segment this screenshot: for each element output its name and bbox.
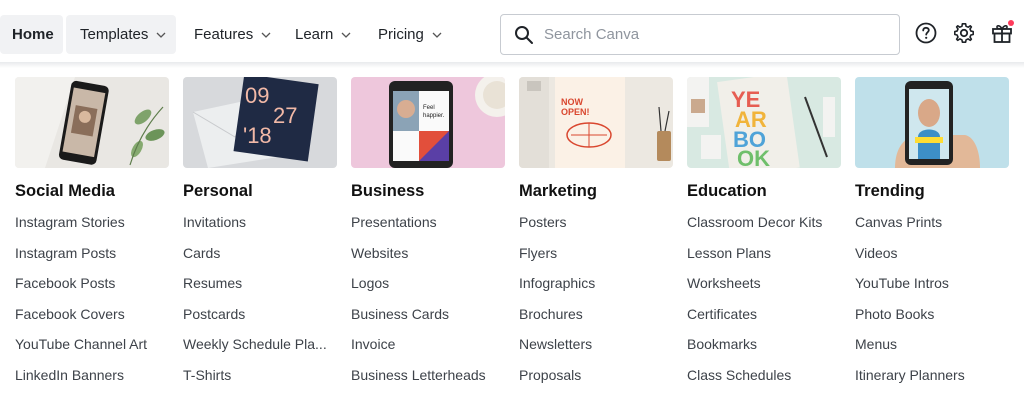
top-nav: Home Templates Features Learn Pricing: [0, 0, 1024, 66]
category-link[interactable]: Class Schedules: [687, 360, 855, 391]
category-link[interactable]: Proposals: [519, 360, 687, 391]
category-link[interactable]: Invoice: [351, 329, 519, 360]
category-link[interactable]: Lesson Plans: [687, 238, 855, 269]
category-title[interactable]: Marketing: [519, 182, 673, 201]
dropdown-shadow: [0, 62, 1024, 68]
category-social-media: Social Media Instagram Stories Instagram…: [15, 77, 169, 391]
category-link[interactable]: Flyers: [519, 238, 687, 269]
marketing-thumbnail[interactable]: NOW OPEN!: [519, 77, 673, 168]
help-icon[interactable]: [914, 21, 938, 45]
category-title[interactable]: Social Media: [15, 182, 169, 201]
category-education: YE AR BO OK Education Classroom Decor Ki…: [687, 77, 841, 391]
category-link[interactable]: Instagram Stories: [15, 207, 183, 238]
category-link[interactable]: Worksheets: [687, 268, 855, 299]
trending-thumbnail[interactable]: [855, 77, 1009, 168]
category-link[interactable]: Facebook Covers: [15, 299, 183, 330]
nav-templates[interactable]: Templates: [66, 15, 176, 54]
category-business: Feel happier. Business Presentations Web…: [351, 77, 505, 391]
marketing-thumb-text-1: NOW: [561, 97, 584, 107]
notification-badge: [1008, 20, 1014, 26]
chevron-down-icon: [432, 30, 442, 40]
category-links: Posters Flyers Infographics Brochures Ne…: [519, 207, 673, 391]
nav-features-label: Features: [194, 26, 254, 43]
search-box[interactable]: [500, 14, 900, 55]
category-link[interactable]: Cards: [183, 238, 351, 269]
nav-home[interactable]: Home: [0, 15, 63, 54]
category-link[interactable]: Business Letterheads: [351, 360, 519, 391]
category-link[interactable]: Photo Books: [855, 299, 1023, 330]
chevron-down-icon: [341, 30, 351, 40]
category-title[interactable]: Personal: [183, 182, 337, 201]
marketing-thumb-text-2: OPEN!: [561, 107, 590, 117]
category-link[interactable]: YouTube Intros: [855, 268, 1023, 299]
category-link[interactable]: YouTube Channel Art: [15, 329, 183, 360]
category-title[interactable]: Education: [687, 182, 841, 201]
category-links: Canvas Prints Videos YouTube Intros Phot…: [855, 207, 1009, 391]
category-link[interactable]: Posters: [519, 207, 687, 238]
education-thumbnail[interactable]: YE AR BO OK: [687, 77, 841, 168]
category-links: Presentations Websites Logos Business Ca…: [351, 207, 505, 391]
category-link[interactable]: Certificates: [687, 299, 855, 330]
category-link[interactable]: Weekly Schedule Pla...: [183, 329, 351, 360]
category-title[interactable]: Business: [351, 182, 505, 201]
category-link[interactable]: Business Cards: [351, 299, 519, 330]
personal-thumb-text-2: 27: [273, 103, 297, 128]
category-link[interactable]: Menus: [855, 329, 1023, 360]
personal-thumbnail[interactable]: 09 27 '18: [183, 77, 337, 168]
nav-features[interactable]: Features: [182, 15, 283, 54]
nav-learn[interactable]: Learn: [283, 15, 363, 54]
personal-thumb-text-1: 09: [245, 83, 269, 108]
social-media-thumbnail[interactable]: [15, 77, 169, 168]
nav-pricing-label: Pricing: [378, 26, 424, 43]
category-link[interactable]: Presentations: [351, 207, 519, 238]
category-link[interactable]: Bookmarks: [687, 329, 855, 360]
education-thumb-text-4: OK: [737, 146, 770, 168]
category-link[interactable]: Resumes: [183, 268, 351, 299]
category-link[interactable]: Videos: [855, 238, 1023, 269]
business-thumb-text-1: Feel: [423, 105, 435, 111]
category-link[interactable]: Newsletters: [519, 329, 687, 360]
nav-templates-label: Templates: [80, 26, 149, 43]
category-links: Invitations Cards Resumes Postcards Week…: [183, 207, 337, 391]
category-link[interactable]: Classroom Decor Kits: [687, 207, 855, 238]
search-icon: [514, 25, 534, 45]
category-links: Instagram Stories Instagram Posts Facebo…: [15, 207, 169, 391]
category-personal: 09 27 '18 Personal Invitations Cards Res…: [183, 77, 337, 391]
chevron-down-icon: [261, 30, 271, 40]
nav-home-label: Home: [12, 26, 54, 43]
category-link[interactable]: Websites: [351, 238, 519, 269]
settings-gear-icon[interactable]: [952, 21, 976, 45]
category-trending: Trending Canvas Prints Videos YouTube In…: [855, 77, 1009, 391]
chevron-down-icon: [156, 30, 166, 40]
category-link[interactable]: Itinerary Planners: [855, 360, 1023, 391]
category-link[interactable]: T-Shirts: [183, 360, 351, 391]
category-link[interactable]: Canvas Prints: [855, 207, 1023, 238]
search-input[interactable]: [544, 26, 874, 43]
category-link[interactable]: Infographics: [519, 268, 687, 299]
category-link[interactable]: Logos: [351, 268, 519, 299]
business-thumbnail[interactable]: Feel happier.: [351, 77, 505, 168]
category-links: Classroom Decor Kits Lesson Plans Worksh…: [687, 207, 841, 391]
category-link[interactable]: Instagram Posts: [15, 238, 183, 269]
personal-thumb-text-3: '18: [243, 123, 272, 148]
category-link[interactable]: Invitations: [183, 207, 351, 238]
nav-learn-label: Learn: [295, 26, 334, 43]
category-link[interactable]: Brochures: [519, 299, 687, 330]
category-link[interactable]: LinkedIn Banners: [15, 360, 183, 391]
category-title[interactable]: Trending: [855, 182, 1009, 201]
business-thumb-text-2: happier.: [423, 113, 445, 119]
category-link[interactable]: Facebook Posts: [15, 268, 183, 299]
nav-pricing[interactable]: Pricing: [366, 15, 454, 54]
category-marketing: NOW OPEN! Marketing Posters Flyers Infog…: [519, 77, 673, 391]
category-link[interactable]: Postcards: [183, 299, 351, 330]
